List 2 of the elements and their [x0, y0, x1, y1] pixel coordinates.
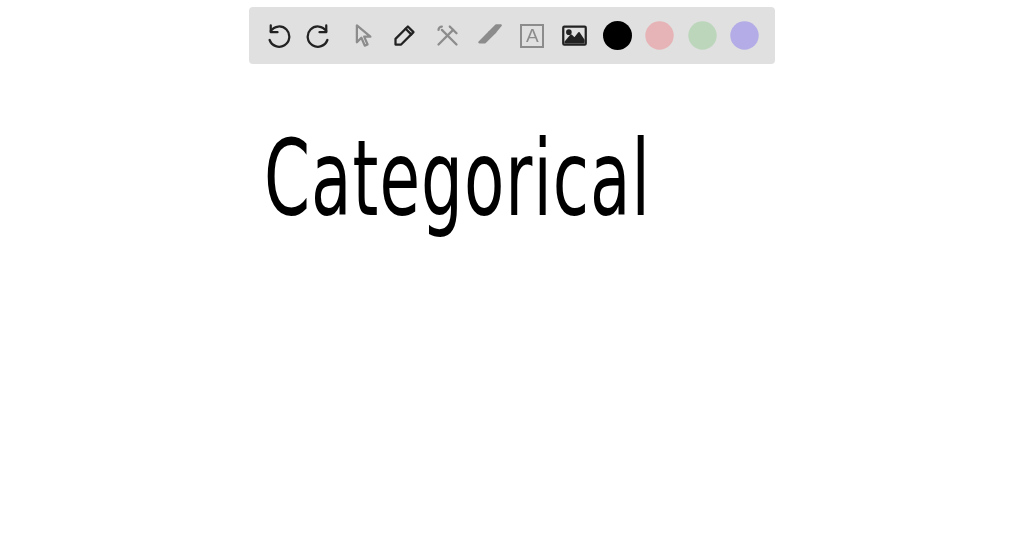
handwritten-text: Categorical: [264, 122, 651, 239]
image-icon: [561, 22, 589, 49]
